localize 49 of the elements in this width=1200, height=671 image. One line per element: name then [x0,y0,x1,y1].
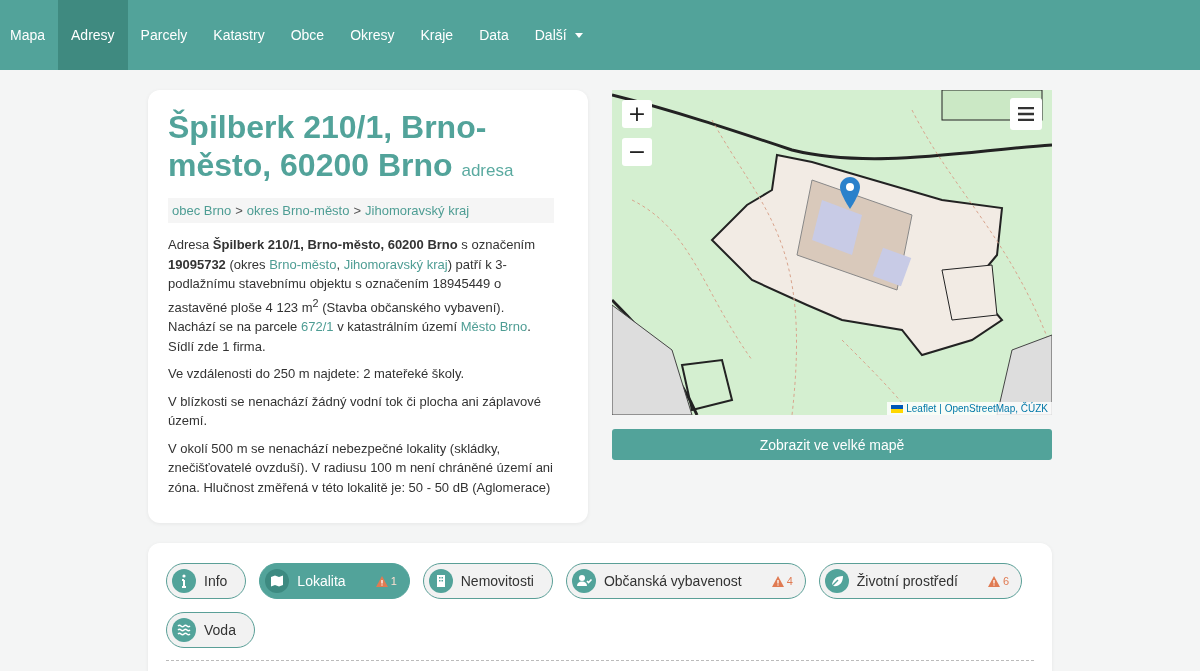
category-tab[interactable]: Nemovitosti [422,563,553,599]
breadcrumb-link[interactable]: obec Brno [172,203,232,218]
address-title: Špilberk 210/1, Brno-město, 60200 Brno adresa [168,108,515,185]
show-large-map-button[interactable]: Zobrazit ve velké mapě [612,429,1052,460]
nav-link[interactable]: Okresy [337,0,408,70]
category-tab[interactable]: Životní prostředí 6 [818,563,1023,599]
leaf-icon [824,569,849,593]
description-paragraph: Ve vzdálenosti do 250 m najdete: 2 mateřeké školy. [168,365,466,384]
zoom-in-button[interactable]: + [622,100,652,128]
description-paragraph: V blízkosti se nenachází žádný vodní tok či plocha ani záplavové území. [168,392,542,431]
text-link[interactable]: 672/1 [300,319,334,335]
nav-link[interactable]: Kraje [407,0,467,70]
zoom-out-button[interactable]: − [622,138,652,166]
category-tab[interactable]: Občanská vybavenost 4 [565,563,806,599]
map-marker-icon[interactable] [840,177,860,209]
nav-link[interactable]: Obce [277,0,338,70]
water-icon [172,618,196,642]
attribution-link[interactable]: Leaflet [906,403,937,414]
flag-icon [891,404,904,413]
warning-count: 4 [786,575,793,587]
category-tab[interactable]: Lokalita 1 [259,563,410,599]
nav-link[interactable]: Mapa [0,0,59,70]
info-icon [172,569,196,593]
breadcrumb-separator: > [235,203,243,218]
warning-count: 6 [1002,575,1010,587]
menu-icon [1018,107,1034,121]
map-icon [265,569,290,593]
nav-link[interactable]: Katastry [200,0,278,70]
nav-link[interactable]: Adresy [58,0,128,70]
warning-icon [375,575,388,587]
warning-count: 1 [390,575,397,587]
menu-button[interactable] [1010,98,1042,130]
warning-icon [771,575,784,587]
nav-link[interactable]: Data [466,0,522,70]
category-tab[interactable]: Voda [166,612,255,648]
text-link[interactable]: Jihomoravský kraj [343,256,448,272]
breadcrumb-separator: > [353,203,362,218]
breadcrumb-link[interactable]: okres Brno-město [246,203,350,218]
category-tab[interactable]: Info [166,563,247,599]
warning-icon [987,575,1000,587]
building-icon [428,569,453,593]
description-paragraph: Adresa Špilberk 210/1, Brno-město, 60200 Brno s označením 19095732 (okres Brno-město, Jihomoravský kraj) patří k 3-podlažnímu stavebnímu objektu s označením 18945449 o zastavěné ploše 4 123 m$^{2}$ (Stavba občanského vybavení). Nachází se na parcele 672/1 v katastrálním území Město Brno. Sídlí zde 1 firma. [168,236,537,356]
nav-link[interactable]: Parcely [127,0,201,70]
nav-link[interactable]: Další [521,0,596,70]
map[interactable]: + − Leaflet | OpenStreetMap, ČÚZK [612,90,1052,415]
user-check-icon [571,569,596,593]
breadcrumb-link[interactable]: Jihomoravský kraj [365,203,470,218]
description-paragraph: V okolí 500 m se nenachází nebezpečné lokality (skládky, znečišťovatelé ovzduší). V radiusu 100 m není chráněné území ani zóna. Hlučnost změřená v této lokalitě je: 50 - 50 dB (Aglomerace) [168,439,554,497]
attribution-text: | OpenStreetMap, ČÚZK [939,403,1048,414]
